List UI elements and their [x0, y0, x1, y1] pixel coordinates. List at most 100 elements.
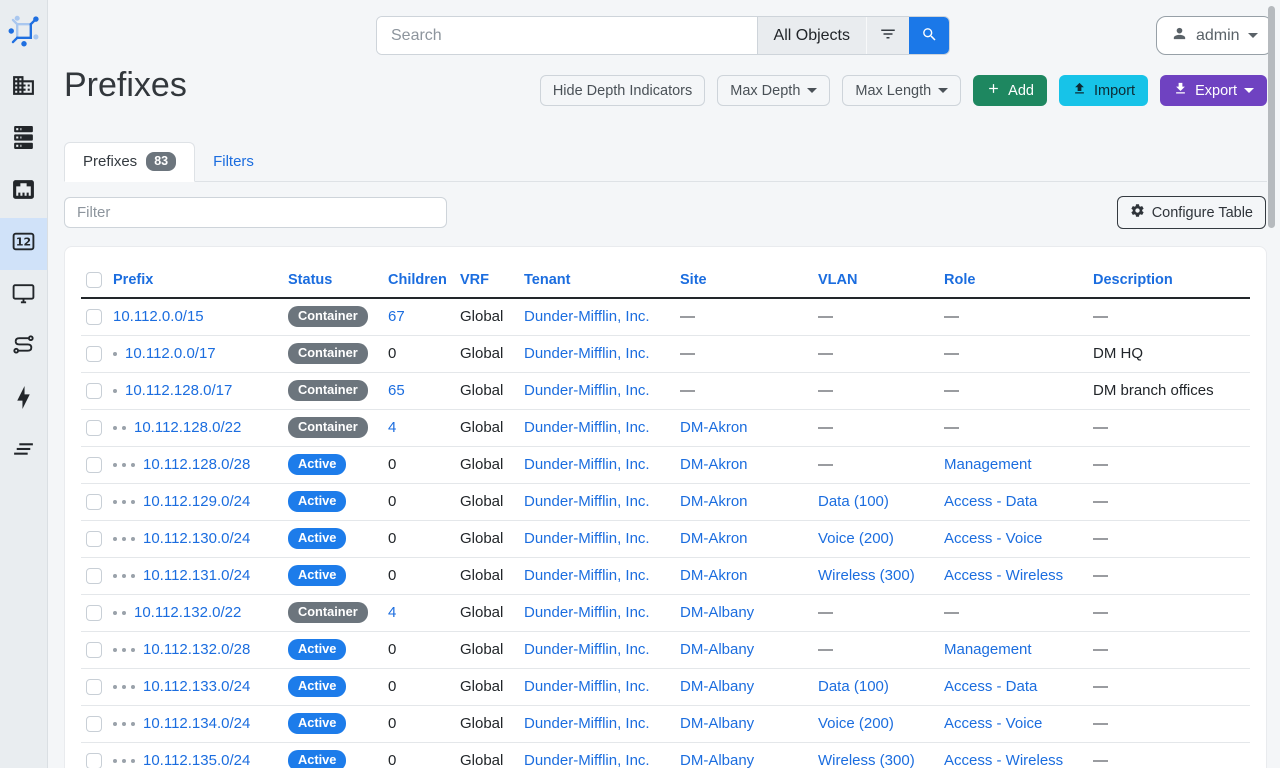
site-link[interactable]: DM-Albany	[680, 604, 754, 621]
prefix-link[interactable]: 10.112.0.0/17	[125, 345, 216, 362]
tenant-link[interactable]: Dunder-Mifflin, Inc.	[524, 308, 650, 325]
children-count[interactable]: 0	[388, 345, 396, 362]
select-all-checkbox[interactable]	[86, 272, 102, 288]
children-count[interactable]: 0	[388, 752, 396, 768]
column-header-site[interactable]: Site	[680, 272, 707, 288]
tenant-link[interactable]: Dunder-Mifflin, Inc.	[524, 715, 650, 732]
role-link[interactable]: Management	[944, 641, 1032, 658]
children-count[interactable]: 0	[388, 715, 396, 732]
row-checkbox[interactable]	[86, 309, 102, 325]
prefix-link[interactable]: 10.112.135.0/24	[143, 752, 250, 768]
search-scope-button[interactable]: All Objects	[757, 17, 866, 54]
column-header-children[interactable]: Children	[388, 272, 447, 288]
column-header-description[interactable]: Description	[1093, 272, 1173, 288]
export-dropdown[interactable]: Export	[1160, 75, 1267, 106]
netbox-logo[interactable]	[0, 0, 47, 62]
row-checkbox[interactable]	[86, 642, 102, 658]
row-checkbox[interactable]	[86, 494, 102, 510]
user-menu-button[interactable]: admin	[1156, 16, 1273, 55]
tab-filters[interactable]: Filters	[195, 142, 272, 181]
row-checkbox[interactable]	[86, 420, 102, 436]
row-checkbox[interactable]	[86, 716, 102, 732]
max-depth-dropdown[interactable]: Max Depth	[717, 75, 830, 106]
search-input[interactable]	[377, 17, 757, 54]
sidebar-item-connections[interactable]	[0, 166, 47, 218]
page-scrollbar-thumb[interactable]	[1268, 6, 1275, 228]
column-header-vrf[interactable]: VRF	[460, 272, 489, 288]
site-link[interactable]: DM-Akron	[680, 456, 748, 473]
children-count[interactable]: 0	[388, 530, 396, 547]
vlan-link[interactable]: Wireless (300)	[818, 752, 915, 768]
site-link[interactable]: —	[680, 345, 695, 362]
tenant-link[interactable]: Dunder-Mifflin, Inc.	[524, 752, 650, 768]
prefix-link[interactable]: 10.112.129.0/24	[143, 493, 250, 510]
table-filter-input[interactable]	[64, 197, 447, 228]
vlan-link[interactable]: —	[818, 382, 833, 399]
vlan-link[interactable]: Data (100)	[818, 678, 889, 695]
sidebar-item-ipam[interactable]: 12	[0, 218, 47, 270]
row-checkbox[interactable]	[86, 679, 102, 695]
tenant-link[interactable]: Dunder-Mifflin, Inc.	[524, 678, 650, 695]
vlan-link[interactable]: —	[818, 641, 833, 658]
tenant-link[interactable]: Dunder-Mifflin, Inc.	[524, 604, 650, 621]
site-link[interactable]: DM-Albany	[680, 641, 754, 658]
vlan-link[interactable]: Voice (200)	[818, 530, 894, 547]
row-checkbox[interactable]	[86, 457, 102, 473]
column-header-status[interactable]: Status	[288, 272, 332, 288]
sidebar-item-devices[interactable]	[0, 114, 47, 166]
prefix-link[interactable]: 10.112.128.0/28	[143, 456, 250, 473]
vlan-link[interactable]: —	[818, 345, 833, 362]
vlan-link[interactable]: Data (100)	[818, 493, 889, 510]
site-link[interactable]: DM-Akron	[680, 530, 748, 547]
role-link[interactable]: Access - Wireless	[944, 752, 1063, 768]
vlan-link[interactable]: —	[818, 456, 833, 473]
column-header-tenant[interactable]: Tenant	[524, 272, 570, 288]
row-checkbox[interactable]	[86, 383, 102, 399]
role-link[interactable]: —	[944, 382, 959, 399]
children-count[interactable]: 0	[388, 493, 396, 510]
configure-table-button[interactable]: Configure Table	[1117, 196, 1266, 229]
row-checkbox[interactable]	[86, 346, 102, 362]
hide-depth-indicators-button[interactable]: Hide Depth Indicators	[540, 75, 705, 106]
sidebar-item-organization[interactable]	[0, 62, 47, 114]
role-link[interactable]: —	[944, 308, 959, 325]
children-count[interactable]: 0	[388, 456, 396, 473]
prefix-link[interactable]: 10.112.133.0/24	[143, 678, 250, 695]
children-count[interactable]: 4	[388, 604, 396, 621]
role-link[interactable]: Access - Data	[944, 493, 1037, 510]
vlan-link[interactable]: —	[818, 419, 833, 436]
column-header-prefix[interactable]: Prefix	[113, 272, 153, 288]
tenant-link[interactable]: Dunder-Mifflin, Inc.	[524, 641, 650, 658]
role-link[interactable]: Management	[944, 456, 1032, 473]
site-link[interactable]: —	[680, 382, 695, 399]
prefix-link[interactable]: 10.112.131.0/24	[143, 567, 250, 584]
children-count[interactable]: 67	[388, 308, 405, 325]
add-button[interactable]: Add	[973, 75, 1047, 106]
max-length-dropdown[interactable]: Max Length	[842, 75, 961, 106]
role-link[interactable]: Access - Voice	[944, 715, 1042, 732]
vlan-link[interactable]: —	[818, 604, 833, 621]
site-link[interactable]: —	[680, 308, 695, 325]
vlan-link[interactable]: Wireless (300)	[818, 567, 915, 584]
role-link[interactable]: —	[944, 604, 959, 621]
children-count[interactable]: 0	[388, 678, 396, 695]
prefix-link[interactable]: 10.112.0.0/15	[113, 308, 204, 325]
search-filter-button[interactable]	[866, 17, 909, 54]
tenant-link[interactable]: Dunder-Mifflin, Inc.	[524, 382, 650, 399]
children-count[interactable]: 65	[388, 382, 405, 399]
sidebar-item-customization[interactable]	[0, 426, 47, 478]
site-link[interactable]: DM-Akron	[680, 493, 748, 510]
tab-prefixes[interactable]: Prefixes 83	[64, 142, 195, 182]
row-checkbox[interactable]	[86, 531, 102, 547]
row-checkbox[interactable]	[86, 568, 102, 584]
tenant-link[interactable]: Dunder-Mifflin, Inc.	[524, 456, 650, 473]
children-count[interactable]: 0	[388, 641, 396, 658]
prefix-link[interactable]: 10.112.128.0/17	[125, 382, 232, 399]
role-link[interactable]: Access - Voice	[944, 530, 1042, 547]
prefix-link[interactable]: 10.112.128.0/22	[134, 419, 241, 436]
tenant-link[interactable]: Dunder-Mifflin, Inc.	[524, 345, 650, 362]
role-link[interactable]: Access - Wireless	[944, 567, 1063, 584]
column-header-vlan[interactable]: VLAN	[818, 272, 857, 288]
row-checkbox[interactable]	[86, 605, 102, 621]
site-link[interactable]: DM-Albany	[680, 752, 754, 768]
